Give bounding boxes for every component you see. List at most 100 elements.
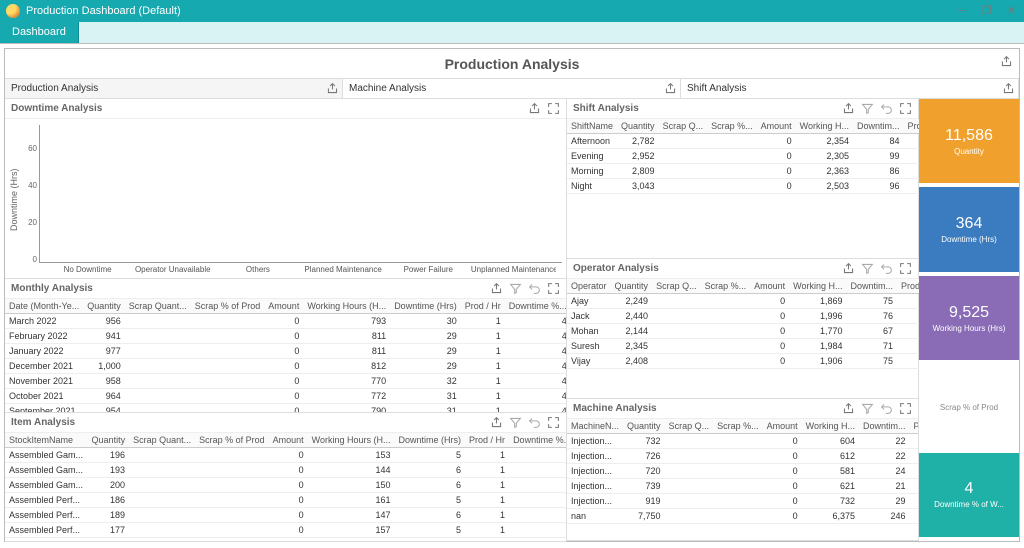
kpi-card[interactable]: 11,586Quantity [919,99,1019,187]
restore-button[interactable]: ❐ [980,5,993,18]
column-header[interactable]: Scrap Q... [659,119,708,134]
maximize-icon[interactable] [547,416,560,429]
column-header[interactable]: Prod / Hr [461,299,505,314]
table-row[interactable]: October 202196407723114 [5,389,566,404]
export-icon[interactable] [1002,82,1015,95]
column-header[interactable]: Working Hours (H... [303,299,390,314]
column-header[interactable]: Downtime %... [505,299,566,314]
column-header[interactable]: Scrap %... [707,119,757,134]
column-header[interactable]: Scrap Q... [652,279,701,294]
column-header[interactable]: Prod / Hr [465,433,509,448]
table-row[interactable]: Assembled Gam...1960153514 [5,448,566,463]
item-table[interactable]: StockItemNameQuantityScrap Quant...Scrap… [5,433,566,541]
column-header[interactable]: ShiftName [567,119,617,134]
column-header[interactable]: Downtim... [859,419,910,434]
maximize-icon[interactable] [899,402,912,415]
maximize-icon[interactable] [547,102,560,115]
table-row[interactable]: February 202294108112914 [5,329,566,344]
filter-icon[interactable] [861,402,874,415]
column-header[interactable]: Amount [757,119,796,134]
tab-dashboard[interactable]: Dashboard [0,22,79,43]
filter-icon[interactable] [509,282,522,295]
column-header[interactable]: Downtim... [853,119,904,134]
undo-icon[interactable] [880,262,893,275]
table-row[interactable]: Injection...72606122214 [567,449,918,464]
table-row[interactable]: Injection...91907322914 [567,494,918,509]
column-header[interactable]: Operator [567,279,611,294]
table-row[interactable]: Base Board Blac...1880145614 [5,538,566,542]
column-header[interactable]: Scrap % of Prod [195,433,269,448]
table-row[interactable]: Injection...72005812414 [567,464,918,479]
operator-table[interactable]: OperatorQuantityScrap Q...Scrap %...Amou… [567,279,975,369]
column-header[interactable]: Scrap Quant... [129,433,195,448]
table-row[interactable]: Assembled Gam...2000150614 [5,478,566,493]
table-row[interactable]: January 202297708112914 [5,344,566,359]
maximize-icon[interactable] [547,282,560,295]
column-header[interactable]: Amount [264,299,303,314]
undo-icon[interactable] [528,282,541,295]
table-row[interactable]: September 202195407903114 [5,404,566,413]
column-header[interactable]: Amount [750,279,789,294]
column-header[interactable]: Working H... [802,419,859,434]
minimize-button[interactable]: ─ [955,5,968,18]
monthly-table[interactable]: Date (Month-Ye...QuantityScrap Quant...S… [5,299,566,412]
table-row[interactable]: Assembled Perf...1860161513 [5,493,566,508]
undo-icon[interactable] [880,402,893,415]
table-row[interactable]: Mohan2,14401,7706714 [567,324,975,339]
table-row[interactable]: December 20211,00008122914 [5,359,566,374]
table-row[interactable]: Assembled Perf...1890147614 [5,508,566,523]
column-header[interactable]: Downtime (Hrs) [390,299,461,314]
export-icon[interactable] [490,416,503,429]
kpi-card[interactable]: Scrap % of Prod [919,364,1019,452]
export-icon[interactable] [842,402,855,415]
column-header[interactable]: StockItemName [5,433,88,448]
column-header[interactable]: Working Hours (H... [308,433,395,448]
export-icon[interactable] [842,102,855,115]
table-row[interactable]: Suresh2,34501,9847114 [567,339,975,354]
column-header[interactable]: Downtime %... [509,433,566,448]
export-icon[interactable] [664,82,677,95]
column-header[interactable]: Quantity [617,119,659,134]
kpi-card[interactable]: 9,525Working Hours (Hrs) [919,276,1019,364]
column-header[interactable]: Downtim... [846,279,897,294]
column-header[interactable]: Scrap %... [701,279,751,294]
tab-production-analysis[interactable]: Production Analysis [5,79,343,98]
kpi-card[interactable]: 4Downtime % of W... [919,453,1019,541]
maximize-icon[interactable] [899,262,912,275]
table-row[interactable]: Vijay2,40801,9067514 [567,354,975,369]
export-icon[interactable] [842,262,855,275]
column-header[interactable]: Scrap %... [713,419,763,434]
close-button[interactable]: ✕ [1005,5,1018,18]
column-header[interactable]: Scrap Q... [665,419,714,434]
column-header[interactable]: Working H... [789,279,846,294]
column-header[interactable]: Scrap Quant... [125,299,191,314]
table-row[interactable]: November 202195807703214 [5,374,566,389]
tab-shift-analysis[interactable]: Shift Analysis [681,79,1019,98]
machine-table[interactable]: MachineN...QuantityScrap Q...Scrap %...A… [567,419,918,524]
table-row[interactable]: Assembled Perf...1770157513 [5,523,566,538]
undo-icon[interactable] [528,416,541,429]
filter-icon[interactable] [861,262,874,275]
column-header[interactable]: Amount [269,433,308,448]
table-row[interactable]: Ajay2,24901,8697514 [567,294,975,309]
export-icon[interactable] [1000,55,1013,68]
table-row[interactable]: Injection...73206042214 [567,434,918,449]
column-header[interactable]: Date (Month-Ye... [5,299,83,314]
column-header[interactable]: Downtime (Hrs) [395,433,466,448]
export-icon[interactable] [528,102,541,115]
export-icon[interactable] [490,282,503,295]
table-row[interactable]: Assembled Gam...1930144614 [5,463,566,478]
maximize-icon[interactable] [899,102,912,115]
column-header[interactable]: Amount [763,419,802,434]
kpi-card[interactable]: 364Downtime (Hrs) [919,187,1019,275]
table-row[interactable]: nan7,75006,37524614 [567,509,918,524]
tab-machine-analysis[interactable]: Machine Analysis [343,79,681,98]
column-header[interactable]: Prod... [910,419,919,434]
column-header[interactable]: Scrap % of Prod [191,299,265,314]
table-row[interactable]: Injection...73906212113 [567,479,918,494]
undo-icon[interactable] [880,102,893,115]
filter-icon[interactable] [509,416,522,429]
export-icon[interactable] [326,82,339,95]
filter-icon[interactable] [861,102,874,115]
column-header[interactable]: Working H... [796,119,853,134]
